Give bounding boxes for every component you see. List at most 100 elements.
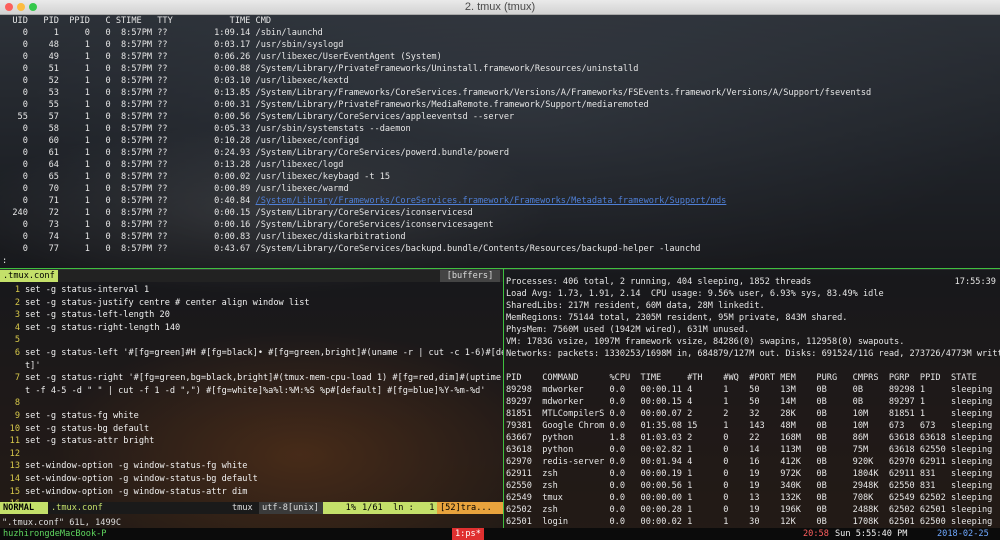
top-table-row: 89297 mdworker 0.0 00:00.15 4 1 50 14M 0… — [506, 397, 993, 407]
vim-message: ".tmux.conf" 61L, 1499C — [2, 518, 121, 528]
pane-divider-horizontal[interactable] — [0, 268, 1000, 269]
vim-line[interactable]: 9 set -g status-fg white — [2, 410, 139, 422]
top-table-row: 62911 zsh 0.0 00:00.19 1 0 19 972K 0B 18… — [506, 469, 993, 479]
ps-row: 0 1 0 0 8:57PM ?? 1:09.14 /sbin/launchd — [2, 28, 323, 38]
ps-header: UID PID PPID C STIME TTY TIME CMD — [2, 16, 272, 26]
vim-line[interactable]: 14 set-window-option -g window-status-bg … — [2, 473, 258, 485]
vim-line[interactable]: 4 set -g status-right-length 140 — [2, 322, 180, 334]
ps-row: 0 61 1 0 8:57PM ?? 0:24.93 /System/Libra… — [2, 148, 510, 158]
top-table-row: 62501 login 0.0 00:00.02 1 1 30 12K 0B 1… — [506, 517, 993, 527]
ps-row: 0 48 1 0 8:57PM ?? 0:03.17 /usr/sbin/sys… — [2, 40, 344, 50]
vim-line-number: 9 — [14, 411, 20, 421]
top-summary-line: Load Avg: 1.73, 1.91, 2.14 CPU usage: 9.… — [506, 289, 884, 299]
vim-line[interactable]: 15 set-window-option -g window-status-att… — [2, 486, 248, 498]
tmux-right-date: 2018-02-25 — [937, 529, 989, 539]
vim-line-code: t]' — [25, 360, 41, 371]
ps-highlighted-cmd[interactable]: /System/Library/Frameworks/CoreServices.… — [256, 196, 727, 206]
vim-pane[interactable]: .tmux.conf [buffers] 1 set -g status-inte… — [0, 270, 503, 528]
tmux-window-tab[interactable]: 1:ps* — [452, 528, 484, 540]
vim-status-file: .tmux.conf — [51, 503, 103, 513]
top-table-row: 63667 python 1.8 01:03.03 2 0 22 168M 0B… — [506, 433, 993, 443]
vim-line-code: set -g status-bg default — [25, 423, 150, 434]
ps-row: 0 71 1 0 8:57PM ?? 0:40.84 /System/Libra… — [2, 195, 727, 207]
ps-row: 240 72 1 0 8:57PM ?? 0:00.15 /System/Lib… — [2, 208, 473, 218]
vim-warning: [52]tra... — [437, 502, 503, 514]
vim-line-number: 8 — [14, 398, 20, 409]
tmux-right-mem: 20:58 — [803, 529, 829, 539]
top-clock: 17:55:39 — [954, 277, 996, 287]
vim-line-code: set-window-option -g window-status-bg de… — [25, 474, 258, 484]
ps-row: 0 65 1 0 8:57PM ?? 0:00.02 /usr/libexec/… — [2, 172, 391, 182]
ps-row-prefix: 0 71 1 0 8:57PM ?? 0:40.84 — [2, 196, 256, 206]
vim-line[interactable]: 6 set -g status-left '#[fg=green]#H #[fg=… — [2, 347, 503, 359]
vim-line-code: set -g status-justify centre # center al… — [25, 297, 310, 308]
vim-filetype: tmux — [232, 503, 253, 513]
vim-line-number: 10 — [9, 423, 20, 434]
vim-tab-filename[interactable]: .tmux.conf — [0, 270, 58, 282]
vim-line-number: 2 — [14, 297, 20, 308]
vim-line-code: set-window-option -g window-status-attr … — [25, 486, 248, 497]
top-table-row: 62502 zsh 0.0 00:00.28 1 0 19 196K 0B 24… — [506, 505, 993, 515]
vim-line[interactable]: 5 — [2, 334, 25, 346]
vim-line-number: 12 — [9, 448, 20, 459]
top-summary-line: VM: 1783G vsize, 1097M framework vsize, … — [506, 337, 905, 347]
vim-line-code: set-window-option -g window-status-fg wh… — [25, 461, 248, 472]
vim-line-number: 15 — [9, 486, 20, 497]
ps-row: 0 52 1 0 8:57PM ?? 0:03.10 /usr/libexec/… — [2, 76, 349, 86]
vim-buffers-label[interactable]: [buffers] — [440, 270, 500, 282]
vim-line-code: t -f 4-5 -d " " | cut -f 1 -d ",") #[fg=… — [25, 385, 486, 396]
vim-line-code: set -g status-right '#[fg=green,bg=black… — [25, 373, 503, 384]
top-pane[interactable]: 17:55:39 Processes: 406 total, 2 running… — [504, 270, 1000, 528]
ps-row: 0 74 1 0 8:57PM ?? 0:00.83 /usr/libexec/… — [2, 232, 406, 242]
ps-row: 0 51 1 0 8:57PM ?? 0:00.88 /System/Libra… — [2, 64, 639, 74]
top-summary-line: Networks: packets: 1330253/1698M in, 684… — [506, 349, 1000, 359]
ps-row: 0 73 1 0 8:57PM ?? 0:00.16 /System/Libra… — [2, 220, 494, 230]
vim-line-number: 6 — [14, 348, 20, 358]
ps-row: 0 49 1 0 8:57PM ?? 0:06.26 /usr/libexec/… — [2, 52, 442, 62]
top-summary-line: Processes: 406 total, 2 running, 404 sle… — [506, 277, 812, 287]
vim-line[interactable]: 11 set -g status-attr bright — [2, 435, 155, 447]
vim-line-number: 3 — [14, 310, 20, 321]
vim-line[interactable]: t]' — [2, 360, 41, 372]
vim-mode: NORMAL — [0, 502, 48, 514]
vim-line[interactable]: 10 set -g status-bg default — [2, 423, 150, 435]
ps-pane[interactable]: UID PID PPID C STIME TTY TIME CMD 0 1 0 … — [0, 15, 1000, 268]
vim-line[interactable]: 1 set -g status-interval 1 — [2, 284, 149, 296]
vim-line[interactable]: 13 set-window-option -g window-status-fg … — [2, 460, 248, 472]
vim-line[interactable]: 7 set -g status-right '#[fg=green,bg=blac… — [2, 372, 503, 384]
vim-line-code: set -g status-interval 1 — [25, 285, 150, 295]
top-summary-line: MemRegions: 75144 total, 2305M resident,… — [506, 313, 848, 323]
vim-line-number: 5 — [14, 335, 20, 346]
ps-prompt[interactable]: : — [2, 255, 7, 267]
ps-row: 0 53 1 0 8:57PM ?? 0:13.85 /System/Libra… — [2, 88, 872, 98]
ps-row: 55 57 1 0 8:57PM ?? 0:00.56 /System/Libr… — [2, 112, 515, 122]
vim-line-number: 7 — [14, 373, 20, 384]
vim-line-number: 11 — [9, 436, 20, 447]
vim-line[interactable]: 3 set -g status-left-length 20 — [2, 309, 170, 321]
top-table-row: 79381 Google Chrom 0.0 01:35.08 15 1 143… — [506, 421, 993, 431]
vim-tabline: .tmux.conf [buffers] — [0, 270, 503, 282]
vim-encoding: utf-8[unix] — [259, 502, 323, 514]
top-table-row: 81851 MTLCompilerS 0.0 00:00.07 2 2 32 2… — [506, 409, 993, 419]
vim-line-number: 14 — [9, 474, 20, 484]
vim-position: 1/61 ln : 1 — [359, 502, 437, 514]
top-table-row: 62549 tmux 0.0 00:00.00 1 0 13 132K 0B 7… — [506, 493, 993, 503]
top-table-row: 62550 zsh 0.0 00:00.56 1 0 19 340K 0B 29… — [506, 481, 993, 491]
vim-percent: 1% — [323, 502, 359, 514]
tmux-status-bar: huzhirongdeMacBook-P 1:ps* 20:58 Sun 5:5… — [0, 528, 1000, 540]
title-bar[interactable]: 2. tmux (tmux) — [0, 0, 1000, 15]
top-table-row: 89298 mdworker 0.0 00:00.11 4 1 50 13M 0… — [506, 385, 993, 395]
top-summary-line: PhysMem: 7560M used (1942M wired), 631M … — [506, 325, 750, 335]
vim-line[interactable]: 2 set -g status-justify centre # center a… — [2, 297, 310, 309]
tmux-right-time: Sun 5:55:40 PM — [835, 529, 908, 539]
vim-line[interactable]: 12 — [2, 448, 25, 460]
ps-row: 0 55 1 0 8:57PM ?? 0:00.31 /System/Libra… — [2, 100, 649, 110]
vim-line-number: 1 — [14, 285, 20, 295]
vim-line-number: 13 — [9, 461, 20, 472]
vim-line[interactable]: 8 — [2, 397, 25, 409]
vim-line-code: set -g status-fg white — [25, 411, 139, 421]
terminal-window: 2. tmux (tmux) UID PID PPID C STIME TTY … — [0, 0, 1000, 540]
tmux-hostname: huzhirongdeMacBook-P — [3, 529, 107, 539]
ps-row: 0 58 1 0 8:57PM ?? 0:05.33 /usr/sbin/sys… — [2, 124, 411, 134]
vim-line[interactable]: t -f 4-5 -d " " | cut -f 1 -d ",") #[fg=… — [2, 385, 485, 397]
